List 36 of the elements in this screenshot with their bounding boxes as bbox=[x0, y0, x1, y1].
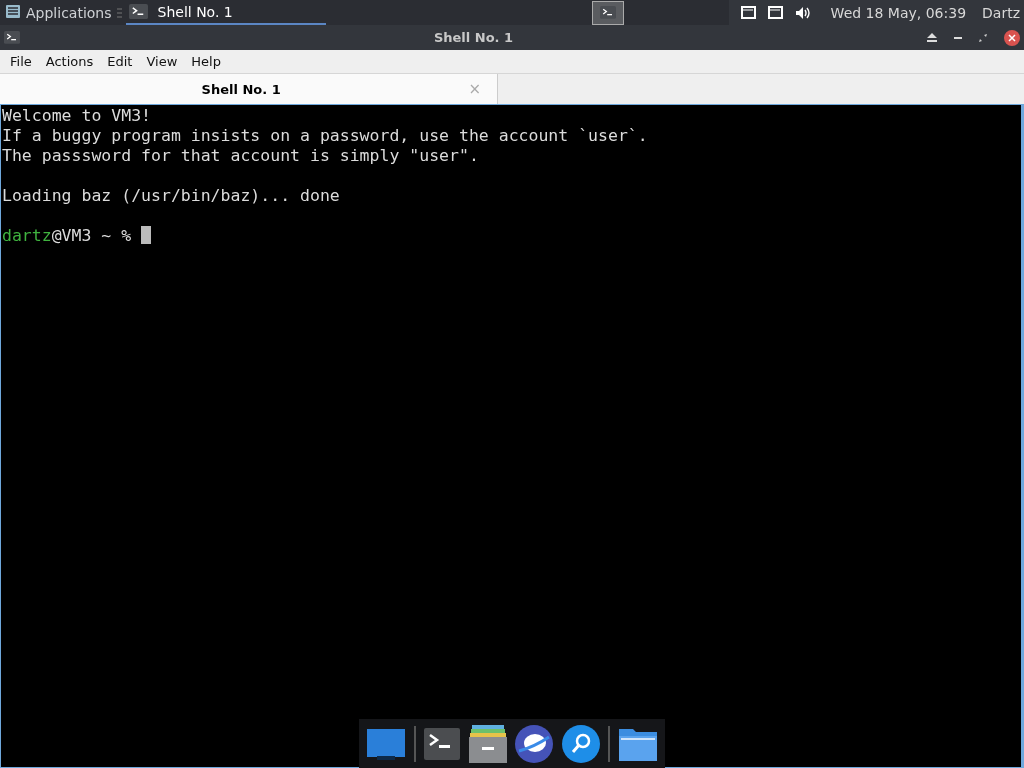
menu-item[interactable]: Help bbox=[184, 54, 228, 69]
terminal-icon[interactable] bbox=[4, 31, 20, 44]
network-icon[interactable] bbox=[740, 6, 756, 19]
workspace-pager[interactable] bbox=[591, 0, 624, 25]
terminal-line: If a buggy program insists on a password, use the account `user`. bbox=[2, 126, 648, 145]
clock[interactable]: Wed 18 May, 06:39 bbox=[830, 4, 967, 21]
terminal-line: Loading baz (/usr/bin/baz)... done bbox=[2, 186, 340, 205]
terminal-tab[interactable]: Shell No. 1 × bbox=[0, 74, 498, 104]
desktop-icon[interactable] bbox=[367, 726, 406, 761]
terminal-icon[interactable] bbox=[424, 727, 461, 760]
search-icon[interactable] bbox=[561, 724, 600, 763]
prompt-host: @VM3 ~ % bbox=[51, 226, 132, 245]
maximize-icon[interactable] bbox=[979, 33, 987, 42]
eject-icon[interactable] bbox=[927, 33, 937, 42]
browser-icon[interactable] bbox=[515, 724, 554, 763]
applications-menu[interactable]: Applications bbox=[26, 4, 112, 21]
menu-item[interactable]: Actions bbox=[38, 54, 101, 69]
network-icon[interactable] bbox=[767, 6, 783, 19]
separator-handle-icon bbox=[116, 7, 122, 18]
text-cursor bbox=[141, 226, 152, 244]
prompt-user: dartz bbox=[2, 226, 52, 245]
terminal-icon[interactable] bbox=[599, 6, 616, 19]
volume-icon[interactable] bbox=[794, 5, 811, 20]
folder-icon[interactable] bbox=[618, 726, 657, 761]
menu-item[interactable]: Edit bbox=[100, 54, 140, 69]
close-icon[interactable] bbox=[1004, 29, 1020, 46]
terminal-icon[interactable] bbox=[128, 3, 148, 20]
terminal-line: The passsword for that account is simply "user". bbox=[2, 146, 479, 165]
window-title: Shell No. 1 bbox=[432, 30, 515, 45]
menu-item[interactable]: File bbox=[3, 54, 39, 69]
terminal-line: Welcome to VM3! bbox=[2, 106, 151, 125]
minimize-icon[interactable] bbox=[954, 36, 962, 39]
menu-icon[interactable] bbox=[5, 4, 21, 21]
menu-item[interactable]: View bbox=[139, 54, 185, 69]
user-name[interactable]: Dartz bbox=[982, 4, 1020, 21]
file-cabinet-icon[interactable] bbox=[468, 724, 507, 763]
